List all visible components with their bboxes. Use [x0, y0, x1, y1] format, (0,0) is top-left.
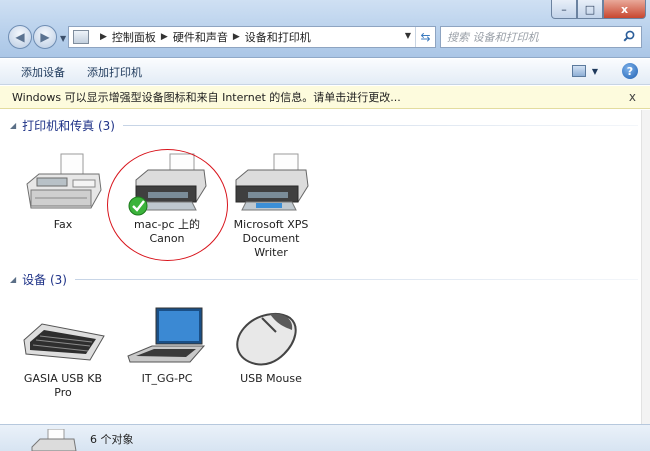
collapse-arrow-icon[interactable]: ◢ [10, 121, 16, 130]
device-fax[interactable]: Fax [18, 150, 108, 232]
command-bar: 添加设备 添加打印机 ▼ ? [0, 59, 650, 85]
device-label: GASIA USB KB [23, 372, 103, 385]
device-label: USB Mouse [240, 372, 302, 385]
breadcrumb: ▶ 控制面板 ▶ 硬件和声音 ▶ 设备和打印机 [95, 29, 311, 45]
refresh-button[interactable]: ⇆ [415, 27, 435, 47]
device-laptop[interactable]: IT_GG-PC [122, 304, 212, 386]
navigation-buttons: ◀ ▶ ▼ [8, 25, 66, 49]
group-divider [122, 125, 638, 126]
address-bar[interactable]: ▶ 控制面板 ▶ 硬件和声音 ▶ 设备和打印机 ▼ ⇆ [68, 26, 436, 48]
control-panel-icon [73, 30, 89, 44]
minimize-button[interactable]: – [551, 0, 577, 19]
forward-arrow-icon: ▶ [40, 30, 50, 44]
device-label: Pro [54, 386, 72, 399]
devices-group-title: 设备 (3) [22, 273, 67, 287]
change-view-icon[interactable] [571, 65, 586, 77]
info-bar[interactable]: Windows 可以显示增强型设备图标和来自 Internet 的信息。请单击进… [0, 86, 650, 109]
forward-button[interactable]: ▶ [33, 25, 57, 49]
maximize-button[interactable]: □ [577, 0, 603, 19]
mouse-icon [236, 312, 297, 366]
device-label: Fax [53, 218, 73, 231]
fax-icon [26, 153, 102, 209]
info-bar-text[interactable]: Windows 可以显示增强型设备图标和来自 Internet 的信息。请单击进… [12, 89, 401, 105]
back-button[interactable]: ◀ [8, 25, 32, 49]
device-mouse[interactable]: USB Mouse [226, 304, 316, 386]
vertical-scrollbar[interactable] [641, 110, 650, 424]
breadcrumb-item-hardware-sound[interactable]: 硬件和声音 [173, 29, 228, 45]
help-icon[interactable]: ? [622, 63, 638, 79]
device-xps-writer[interactable]: Microsoft XPS Document Writer [226, 150, 316, 260]
item-count: 6 个对象 [90, 433, 134, 446]
device-keyboard[interactable]: GASIA USB KB Pro [18, 306, 108, 400]
close-window-button[interactable]: x [603, 0, 646, 19]
recent-pages-dropdown-icon[interactable]: ▼ [60, 34, 66, 49]
title-bar: – □ x ◀ ▶ ▼ ▶ 控制面板 ▶ 硬件和声音 ▶ 设备和打印机 ▼ ⇆ … [0, 0, 650, 58]
device-label: Microsoft XPS [233, 218, 309, 231]
search-icon[interactable] [623, 30, 641, 45]
add-device-button[interactable]: 添加设备 [0, 64, 76, 80]
laptop-icon [127, 307, 206, 363]
device-label: Writer [254, 246, 288, 259]
collapse-arrow-icon[interactable]: ◢ [10, 275, 16, 284]
group-divider [74, 279, 638, 280]
command-bar-right: ▼ ? [571, 63, 638, 79]
keyboard-icon [23, 323, 105, 361]
address-dropdown-icon[interactable]: ▼ [405, 31, 411, 40]
devices-group-header[interactable]: ◢ 设备 (3) [10, 271, 638, 288]
view-options-dropdown-icon[interactable]: ▼ [592, 67, 598, 76]
printers-group-title: 打印机和传真 (3) [22, 119, 115, 133]
refresh-icon: ⇆ [420, 30, 431, 44]
device-label: Document [242, 232, 300, 245]
printers-group-header[interactable]: ◢ 打印机和传真 (3) [10, 117, 638, 134]
breadcrumb-separator-icon: ▶ [100, 32, 107, 42]
status-bar: 6 个对象 [0, 424, 650, 451]
breadcrumb-separator-icon[interactable]: ▶ [161, 32, 168, 42]
back-arrow-icon: ◀ [15, 30, 25, 44]
device-label: IT_GG-PC [141, 372, 193, 385]
highlight-circle [107, 149, 228, 261]
breadcrumb-separator-icon[interactable]: ▶ [233, 32, 240, 42]
breadcrumb-item-devices-printers[interactable]: 设备和打印机 [245, 29, 311, 45]
search-input[interactable]: 搜索 设备和打印机 [441, 29, 623, 45]
add-printer-button[interactable]: 添加打印机 [76, 64, 153, 80]
info-bar-close-icon[interactable]: x [629, 90, 636, 104]
printer-icon [31, 429, 77, 451]
window-controls: – □ x [551, 0, 646, 19]
printer-icon [235, 153, 309, 211]
search-box[interactable]: 搜索 设备和打印机 [440, 26, 642, 48]
breadcrumb-item-control-panel[interactable]: 控制面板 [112, 29, 156, 45]
